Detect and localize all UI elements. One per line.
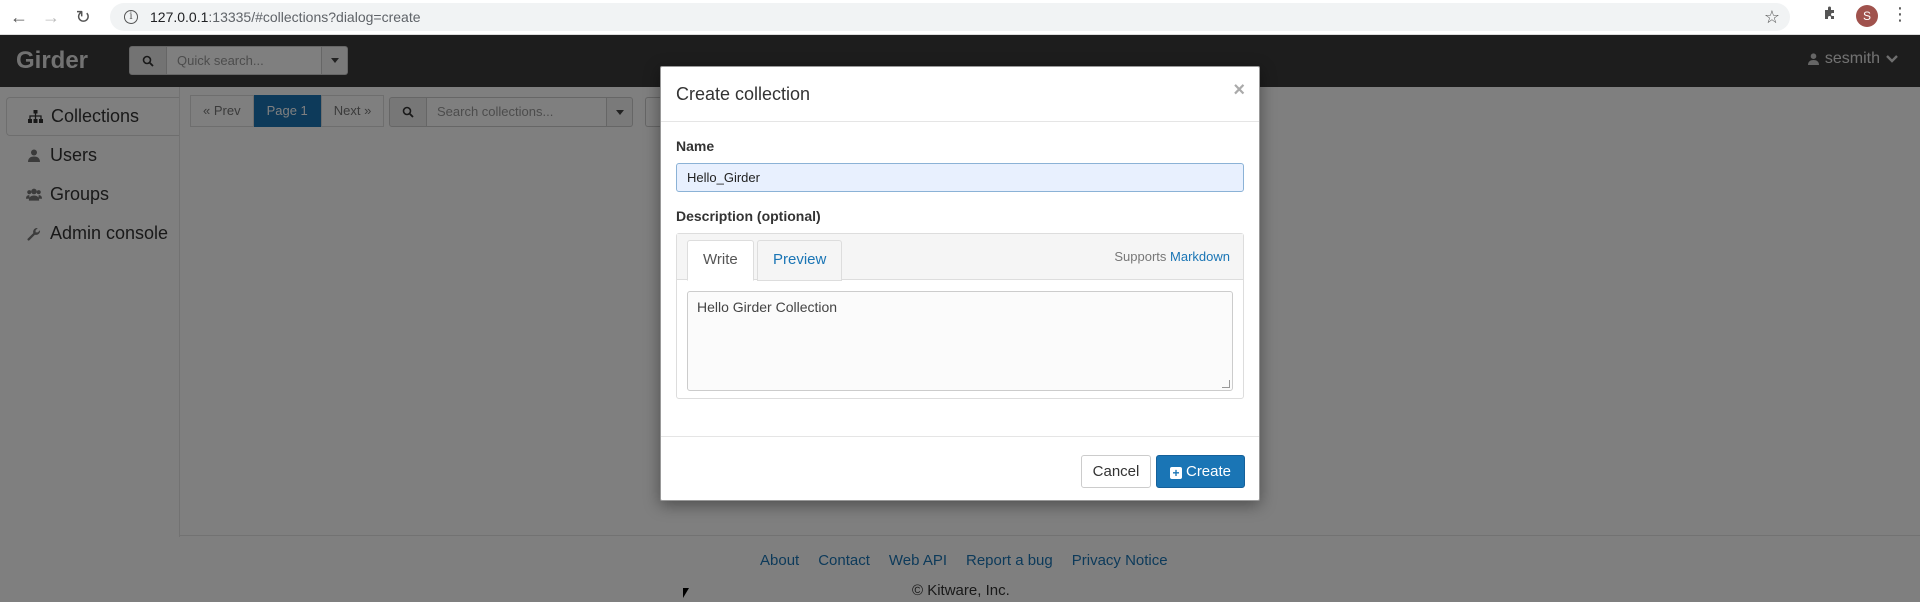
profile-avatar[interactable]: S [1856,5,1878,27]
modal-header: Create collection × [661,67,1259,122]
plus-square-icon: + [1169,467,1182,479]
tab-write[interactable]: Write [687,240,754,281]
supports-text: Supports [1114,249,1167,264]
create-button-label: Create [1185,463,1232,480]
editor-tabs: Write Preview Supports Markdown [677,234,1243,281]
bookmark-star-icon[interactable]: ☆ [1764,7,1780,28]
forward-icon[interactable]: → [38,4,64,30]
name-label: Name [676,138,715,154]
description-textarea[interactable]: Hello Girder Collection [687,291,1233,391]
url-path: :13335/#collections?dialog=create [208,9,421,25]
reload-icon[interactable]: ↻ [70,4,96,30]
tab-preview[interactable]: Preview [757,240,843,281]
extensions-icon[interactable] [1822,5,1838,26]
markdown-link[interactable]: Markdown [1170,249,1230,264]
cancel-button[interactable]: Cancel [1081,455,1151,488]
name-input[interactable]: Hello_Girder [676,163,1244,192]
browser-toolbar: ← → ↻ i 127.0.0.1:13335/#collections?dia… [0,0,1920,35]
markdown-support-note: Supports Markdown [1114,249,1230,264]
mouse-cursor-icon [683,588,689,598]
back-icon[interactable]: ← [6,4,32,30]
info-icon[interactable]: i [124,10,138,24]
modal-title: Create collection [676,84,811,104]
modal-footer: Cancel + Create [661,436,1259,502]
description-text: Hello Girder Collection [697,299,838,315]
url-host: 127.0.0.1 [150,9,209,25]
create-collection-dialog: Create collection × Name Hello_Girder De… [660,66,1260,501]
markdown-editor: Write Preview Supports Markdown Hello Gi… [676,233,1244,399]
browser-menu-icon[interactable]: ⋮ [1890,4,1910,25]
description-label: Description (optional) [676,208,821,224]
create-button[interactable]: + Create [1156,455,1245,488]
resize-handle-icon[interactable] [1222,380,1230,388]
address-bar[interactable]: i 127.0.0.1:13335/#collections?dialog=cr… [110,3,1790,31]
close-icon[interactable]: × [1233,79,1245,102]
